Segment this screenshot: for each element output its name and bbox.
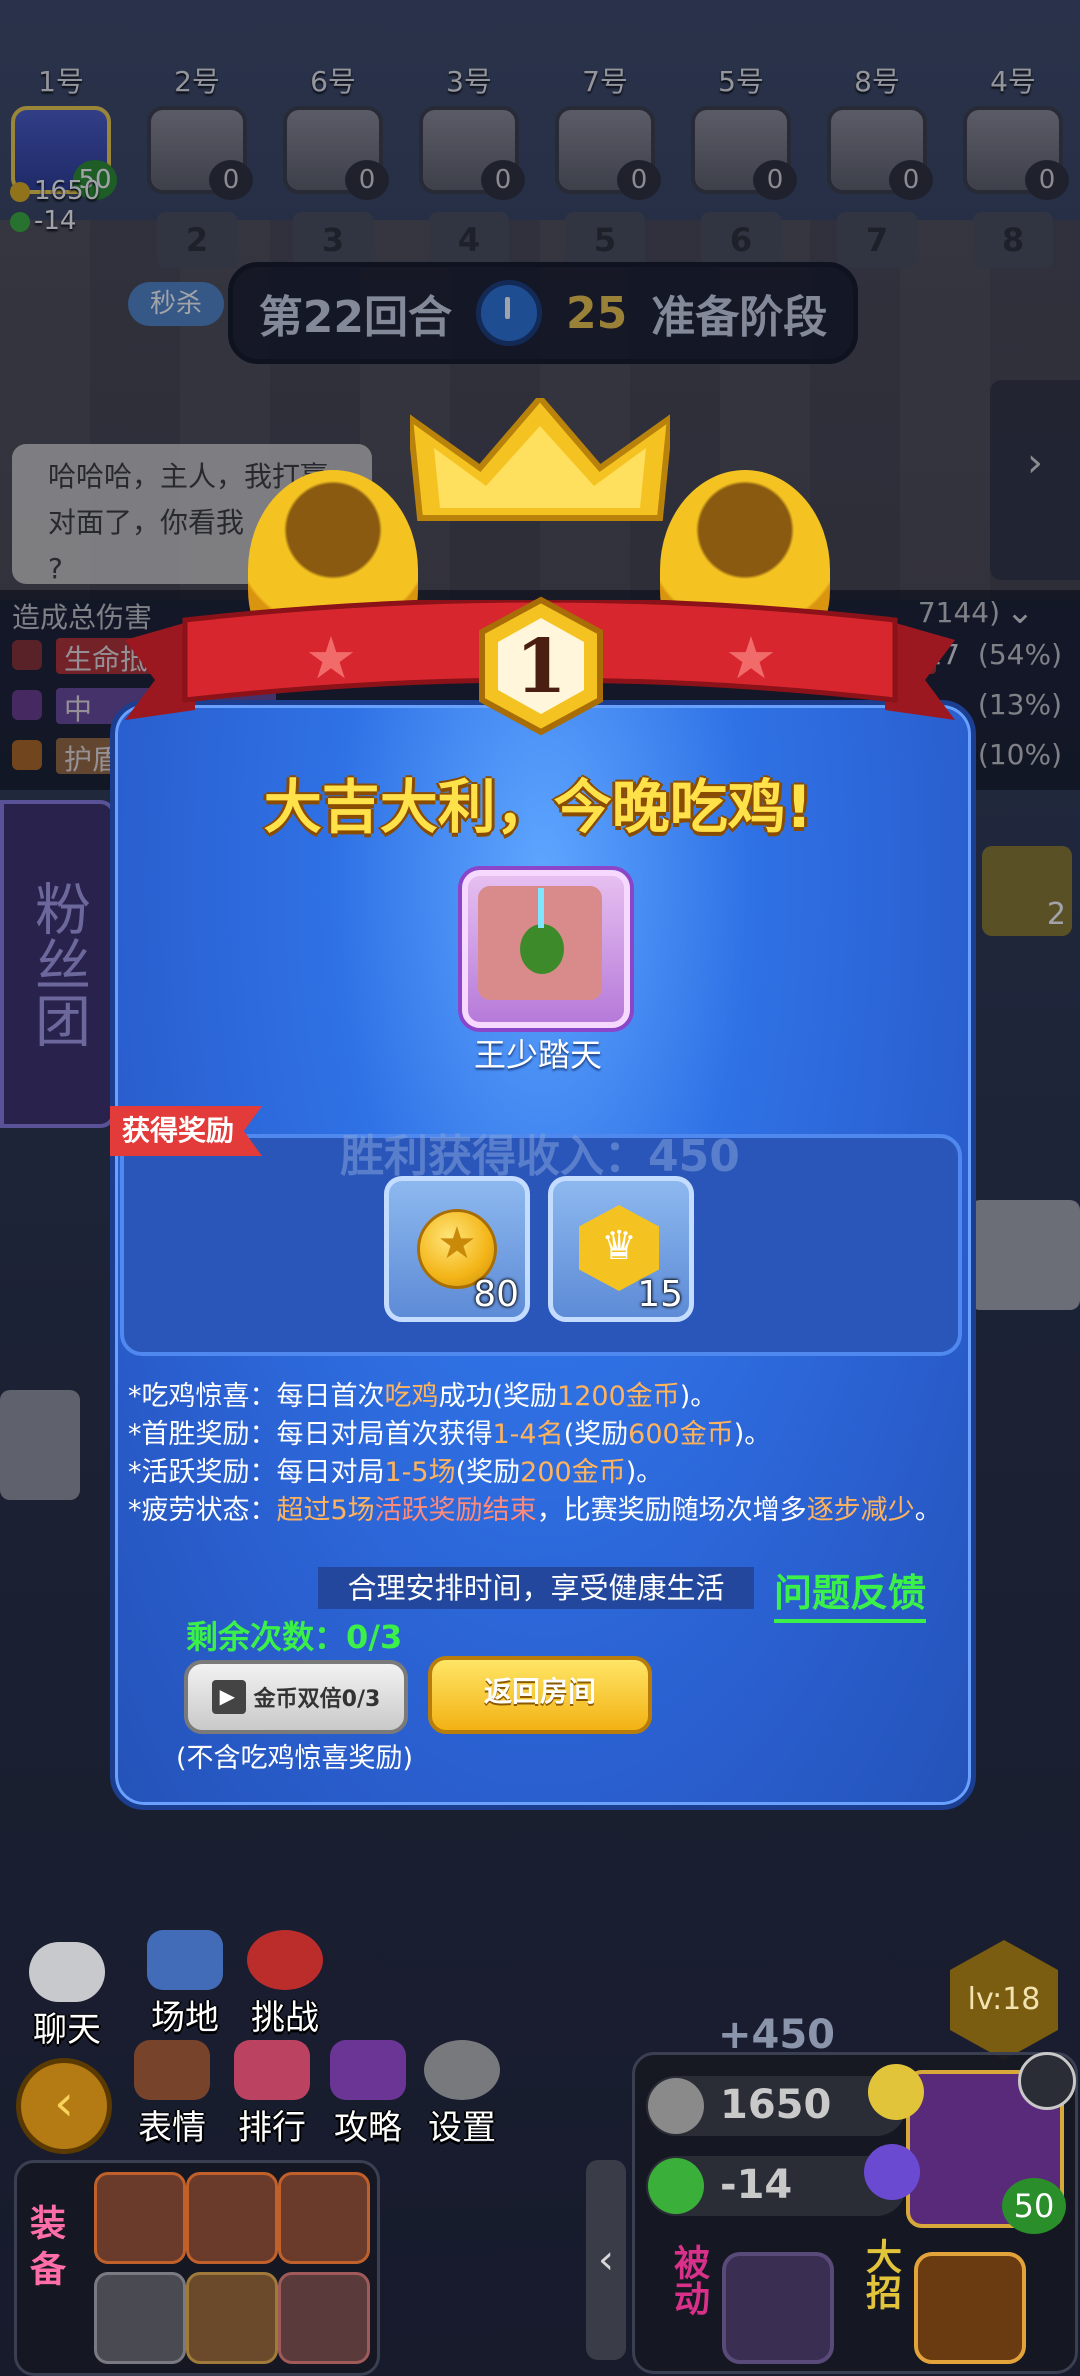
chat-label: 聊天 [33, 2010, 101, 2050]
collapse-panel-button[interactable]: ‹ [586, 2160, 626, 2360]
reward-rules: *吃鸡惊喜：每日首次吃鸡成功(奖励1200金币)。 *首胜奖励：每日对局首次获得… [128, 1378, 948, 1530]
rule-line: *活跃奖励：每日对局1-5场(奖励200金币)。 [128, 1457, 664, 1488]
challenge-label: 挑战 [251, 1998, 319, 2038]
svg-text:★: ★ [725, 624, 777, 692]
rank-number: 1 [515, 624, 567, 710]
reward-item-medal[interactable]: 15 [548, 1176, 694, 1322]
equipment-slot[interactable] [94, 2172, 186, 2264]
remaining-count: 剩余次数：0/3 [186, 1618, 403, 1656]
venue-icon [147, 1930, 223, 1990]
rule-line: *疲劳状态：超过5场活跃奖励结束，比赛奖励随场次增多逐步减少。 [128, 1495, 942, 1526]
winning-hero-portrait [462, 870, 630, 1028]
hero-sword-icon [538, 888, 544, 928]
hero-image [478, 886, 602, 1000]
rule-line: *首胜奖励：每日对局首次获得1-4名(奖励600金币)。 [128, 1419, 772, 1450]
settings-button[interactable]: 设置 [412, 2040, 512, 2149]
double-gold-button[interactable]: 金币双倍0/3 [184, 1660, 408, 1734]
ranking-button[interactable]: 排行 [222, 2040, 322, 2149]
challenge-button[interactable]: 挑战 [230, 1930, 340, 2039]
equipment-slot[interactable] [94, 2272, 186, 2364]
victory-title: 大吉大利，今晚吃鸡! [263, 773, 813, 841]
reward-count: 80 [473, 1274, 519, 1315]
settings-label: 设置 [428, 2108, 496, 2148]
emote-icon [134, 2040, 210, 2100]
hero-bomb-icon [520, 924, 564, 974]
chat-bubble-icon [29, 1942, 105, 2002]
passive-label: 被动 [668, 2244, 709, 2316]
health-notice: 合理安排时间，享受健康生活 [318, 1567, 754, 1609]
hero-portrait-small[interactable]: 50 [864, 2052, 1076, 2234]
guide-label: 攻略 [334, 2108, 402, 2148]
passive-skill-slot[interactable] [722, 2252, 834, 2364]
back-arrow-button[interactable]: ‹ [16, 2058, 112, 2154]
equipment-slot[interactable] [278, 2172, 370, 2264]
gold-crown-icon [410, 398, 670, 521]
emote-button[interactable]: 表情 [122, 2040, 222, 2149]
chat-button[interactable]: 聊天 [12, 1942, 122, 2051]
venue-button[interactable]: 场地 [130, 1930, 240, 2039]
equipment-label: 装备 [24, 2204, 65, 2296]
equipment-slot[interactable] [278, 2272, 370, 2364]
magnifier-icon[interactable] [1018, 2052, 1076, 2110]
return-room-button[interactable]: 返回房间 [428, 1656, 652, 1734]
ranking-label: 排行 [238, 2108, 306, 2148]
emote-label: 表情 [138, 2108, 206, 2148]
reward-tag: 获得奖励 [110, 1106, 262, 1156]
sword-icon [868, 2064, 924, 2120]
gold-value: 1650 [720, 2082, 832, 2128]
ultimate-skill-slot[interactable] [914, 2252, 1026, 2364]
rank-one-badge: 1 [476, 596, 606, 736]
equipment-slot[interactable] [186, 2272, 278, 2364]
svg-text:★: ★ [305, 624, 357, 692]
reward-count: 15 [637, 1274, 683, 1315]
rule-line: *吃鸡惊喜：每日首次吃鸡成功(奖励1200金币)。 [128, 1381, 718, 1412]
gear-icon [424, 2040, 500, 2100]
gold-stat: 1650 [646, 2076, 906, 2136]
coin-icon [648, 2078, 704, 2134]
ultimate-label: 大招 [860, 2238, 901, 2310]
double-gold-label: 金币双倍0/3 [253, 1687, 381, 1712]
double-note: (不含吃鸡惊喜奖励) [176, 1743, 414, 1774]
life-value: -14 [720, 2162, 793, 2208]
level-label: lv:18 [967, 1982, 1041, 2017]
trophy-icon [234, 2040, 310, 2100]
venue-label: 场地 [151, 1998, 219, 2038]
video-ad-icon [211, 1680, 246, 1714]
hero-name: 王少踏天 [473, 1036, 602, 1074]
book-icon [330, 2040, 406, 2100]
feedback-link[interactable]: 问题反馈 [774, 1562, 927, 1623]
hero-lives: 50 [1002, 2178, 1066, 2234]
equipment-slot[interactable] [186, 2172, 278, 2264]
guide-button[interactable]: 攻略 [318, 2040, 418, 2149]
skill-rune-icon [864, 2144, 920, 2200]
boxing-glove-icon [247, 1930, 323, 1990]
reward-item-gold[interactable]: 80 [384, 1176, 530, 1322]
broken-heart-icon [648, 2158, 704, 2214]
